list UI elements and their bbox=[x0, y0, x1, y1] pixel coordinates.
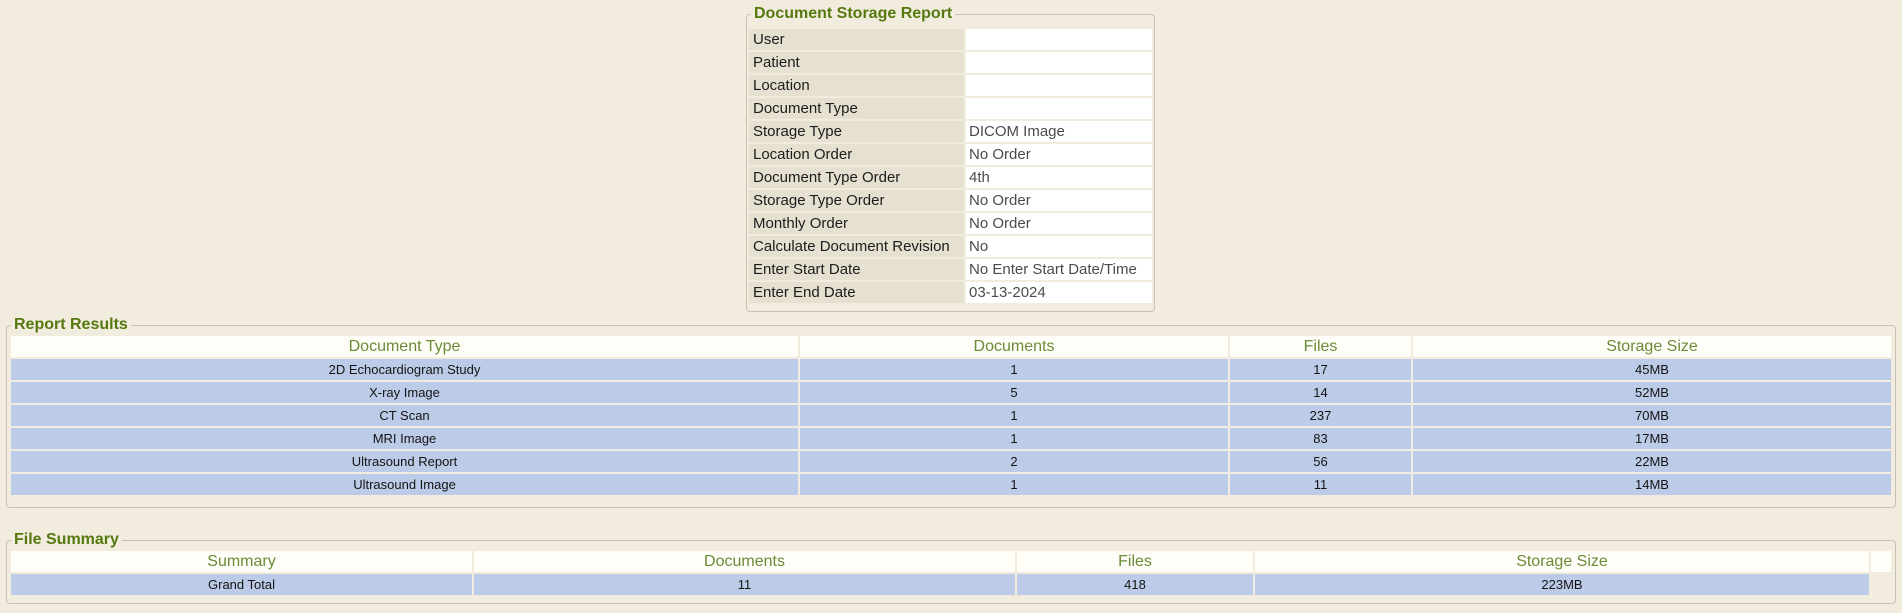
form-field-label: Document Type Order bbox=[749, 167, 964, 188]
form-field-label: User bbox=[749, 29, 964, 50]
cell-document-type: Ultrasound Report bbox=[11, 451, 798, 472]
column-header-storage-size: Storage Size bbox=[1255, 551, 1869, 572]
file-summary-title: File Summary bbox=[11, 531, 122, 549]
form-field-value[interactable]: No bbox=[966, 236, 1152, 257]
cell-documents: 11 bbox=[474, 574, 1015, 595]
cell-files: 14 bbox=[1230, 382, 1411, 403]
cell-files: 83 bbox=[1230, 428, 1411, 449]
form-field-label: Enter Start Date bbox=[749, 259, 964, 280]
cell-files: 56 bbox=[1230, 451, 1411, 472]
cell-document-type: CT Scan bbox=[11, 405, 798, 426]
document-storage-report-panel: Document Storage Report User Patient Loc… bbox=[746, 5, 1155, 312]
table-row: Grand Total 11 418 223MB bbox=[11, 574, 1891, 595]
column-header-storage-size: Storage Size bbox=[1413, 336, 1891, 357]
form-field-label: Storage Type Order bbox=[749, 190, 964, 211]
file-summary-header-row: Summary Documents Files Storage Size bbox=[11, 551, 1891, 572]
table-row: CT Scan 1 237 70MB bbox=[11, 405, 1891, 426]
cell-storage-size: 52MB bbox=[1413, 382, 1891, 403]
form-field-label: Patient bbox=[749, 52, 964, 73]
form-field-label: Monthly Order bbox=[749, 213, 964, 234]
cell-files: 237 bbox=[1230, 405, 1411, 426]
table-row: 2D Echocardiogram Study 1 17 45MB bbox=[11, 359, 1891, 380]
form-field-value[interactable]: No Order bbox=[966, 144, 1152, 165]
form-field-label: Document Type bbox=[749, 98, 964, 119]
form-field-value[interactable]: 03-13-2024 bbox=[966, 282, 1152, 303]
cell-storage-size: 14MB bbox=[1413, 474, 1891, 495]
form-field-value[interactable]: No Order bbox=[966, 190, 1152, 211]
cell-storage-size: 45MB bbox=[1413, 359, 1891, 380]
form-field-value[interactable]: No Order bbox=[966, 213, 1152, 234]
column-header-summary: Summary bbox=[11, 551, 472, 572]
cell-documents: 1 bbox=[800, 359, 1228, 380]
form-field-label: Location bbox=[749, 75, 964, 96]
cell-files: 17 bbox=[1230, 359, 1411, 380]
cell-documents: 1 bbox=[800, 428, 1228, 449]
file-summary-panel: File Summary Summary Documents Files Sto… bbox=[6, 531, 1896, 604]
report-results-header-row: Document Type Documents Files Storage Si… bbox=[11, 336, 1891, 357]
cell-storage-size: 22MB bbox=[1413, 451, 1891, 472]
report-results-title: Report Results bbox=[11, 316, 131, 334]
table-row: Ultrasound Image 1 11 14MB bbox=[11, 474, 1891, 495]
cell-document-type: MRI Image bbox=[11, 428, 798, 449]
page: Document Storage Report User Patient Loc… bbox=[0, 0, 1902, 613]
form-field-value[interactable] bbox=[966, 75, 1152, 96]
cell-documents: 2 bbox=[800, 451, 1228, 472]
cell-storage-size: 70MB bbox=[1413, 405, 1891, 426]
cell-documents: 1 bbox=[800, 405, 1228, 426]
spacer-cell bbox=[1871, 551, 1891, 572]
form-field-value[interactable] bbox=[966, 52, 1152, 73]
column-header-files: Files bbox=[1017, 551, 1253, 572]
cell-summary: Grand Total bbox=[11, 574, 472, 595]
report-results-table: Document Type Documents Files Storage Si… bbox=[9, 334, 1893, 497]
spacer-cell bbox=[1871, 574, 1891, 595]
form-field-value[interactable] bbox=[966, 98, 1152, 119]
cell-document-type: X-ray Image bbox=[11, 382, 798, 403]
report-results-panel: Report Results Document Type Documents F… bbox=[6, 316, 1896, 508]
column-header-documents: Documents bbox=[474, 551, 1015, 572]
form-field-label: Calculate Document Revision bbox=[749, 236, 964, 257]
form-field-value[interactable]: No Enter Start Date/Time bbox=[966, 259, 1152, 280]
table-row: X-ray Image 5 14 52MB bbox=[11, 382, 1891, 403]
form-field-value[interactable] bbox=[966, 29, 1152, 50]
file-summary-table: Summary Documents Files Storage Size Gra… bbox=[9, 549, 1893, 597]
table-row: MRI Image 1 83 17MB bbox=[11, 428, 1891, 449]
cell-document-type: Ultrasound Image bbox=[11, 474, 798, 495]
cell-documents: 5 bbox=[800, 382, 1228, 403]
panel-title: Document Storage Report bbox=[751, 5, 955, 23]
cell-documents: 1 bbox=[800, 474, 1228, 495]
column-header-files: Files bbox=[1230, 336, 1411, 357]
form-field-label: Enter End Date bbox=[749, 282, 964, 303]
form-field-value[interactable]: 4th bbox=[966, 167, 1152, 188]
form-field-value[interactable]: DICOM Image bbox=[966, 121, 1152, 142]
cell-files: 418 bbox=[1017, 574, 1253, 595]
cell-files: 11 bbox=[1230, 474, 1411, 495]
form-field-label: Storage Type bbox=[749, 121, 964, 142]
table-row: Ultrasound Report 2 56 22MB bbox=[11, 451, 1891, 472]
column-header-documents: Documents bbox=[800, 336, 1228, 357]
form-field-label: Location Order bbox=[749, 144, 964, 165]
cell-storage-size: 223MB bbox=[1255, 574, 1869, 595]
report-parameters-grid: User Patient Location Document Type Stor… bbox=[749, 29, 1152, 303]
cell-storage-size: 17MB bbox=[1413, 428, 1891, 449]
cell-document-type: 2D Echocardiogram Study bbox=[11, 359, 798, 380]
column-header-document-type: Document Type bbox=[11, 336, 798, 357]
